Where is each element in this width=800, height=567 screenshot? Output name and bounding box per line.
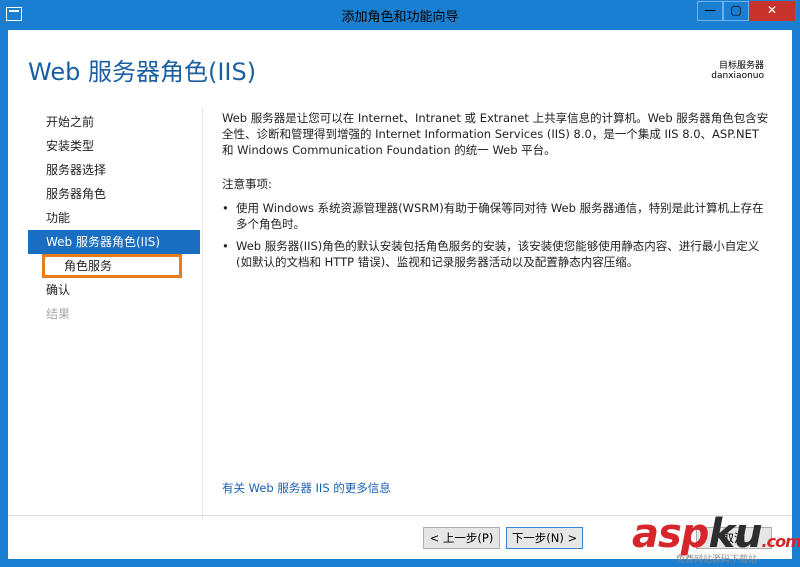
target-server-label: 目标服务器 <box>718 61 764 71</box>
nav-item-results: 结果 <box>46 307 71 321</box>
nav-item-server-selection[interactable]: 服务器选择 <box>28 158 200 182</box>
title-bar[interactable]: 添加角色和功能向导 — ▢ ✕ <box>0 0 800 30</box>
content-panel: Web 服务器是让您可以在 Internet、Intranet 或 Extran… <box>202 108 777 520</box>
wizard-window: 添加角色和功能向导 — ▢ ✕ Web 服务器角色(IIS) 目标服务器 dan… <box>0 0 800 567</box>
site-watermark-logo: aspku.com 免费网站源码下载站 <box>632 511 800 567</box>
more-info-link[interactable]: 有关 Web 服务器 IIS 的更多信息 <box>222 480 391 496</box>
list-item: • Web 服务器(IIS)角色的默认安装包括角色服务的安装，该安装使您能够使用… <box>222 238 774 270</box>
watermark-suffix: .com <box>761 532 800 551</box>
nav-item-web-server-role[interactable]: Web 服务器角色(IIS) <box>28 230 200 254</box>
window-title: 添加角色和功能向导 <box>341 10 459 25</box>
note-text: Web 服务器(IIS)角色的默认安装包括角色服务的安装，该安装使您能够使用静态… <box>236 239 760 269</box>
nav-item-features[interactable]: 功能 <box>28 206 200 230</box>
minimize-button[interactable]: — <box>697 1 723 21</box>
watermark-subtitle: 免费网站源码下载站 <box>676 555 758 565</box>
maximize-button[interactable]: ▢ <box>723 1 749 21</box>
wizard-client-area: Web 服务器角色(IIS) 目标服务器 danxiaonuo 开始之前 安装类… <box>8 30 792 559</box>
notes-list: • 使用 Windows 系统资源管理器(WSRM)有助于确保等同对待 Web … <box>222 200 774 276</box>
watermark-brand-dark: ku <box>708 511 762 557</box>
nav-item-installation-type[interactable]: 安装类型 <box>28 134 200 158</box>
nav-item-server-roles[interactable]: 服务器角色 <box>28 182 200 206</box>
note-text: 使用 Windows 系统资源管理器(WSRM)有助于确保等同对待 Web 服务… <box>236 201 764 231</box>
nav-item-confirmation[interactable]: 确认 <box>28 278 200 302</box>
next-button[interactable]: 下一步(N) > <box>506 527 583 549</box>
wizard-nav: 开始之前 安装类型 服务器选择 服务器角色 功能 Web 服务器角色(IIS) … <box>28 110 200 326</box>
notes-heading: 注意事项: <box>222 177 272 191</box>
intro-text: Web 服务器是让您可以在 Internet、Intranet 或 Extran… <box>222 111 769 157</box>
close-button[interactable]: ✕ <box>749 1 795 21</box>
page-title: Web 服务器角色(IIS) <box>28 58 257 86</box>
previous-button[interactable]: < 上一步(P) <box>423 527 500 549</box>
list-item: • 使用 Windows 系统资源管理器(WSRM)有助于确保等同对待 Web … <box>222 200 774 232</box>
nav-item-before-you-begin[interactable]: 开始之前 <box>28 110 200 134</box>
bullet-icon: • <box>222 239 229 253</box>
nav-item-role-services[interactable]: 角色服务 <box>42 254 182 278</box>
watermark-brand-red: asp <box>632 511 709 557</box>
bullet-icon: • <box>222 201 229 215</box>
target-server-value: danxiaonuo <box>711 71 764 81</box>
